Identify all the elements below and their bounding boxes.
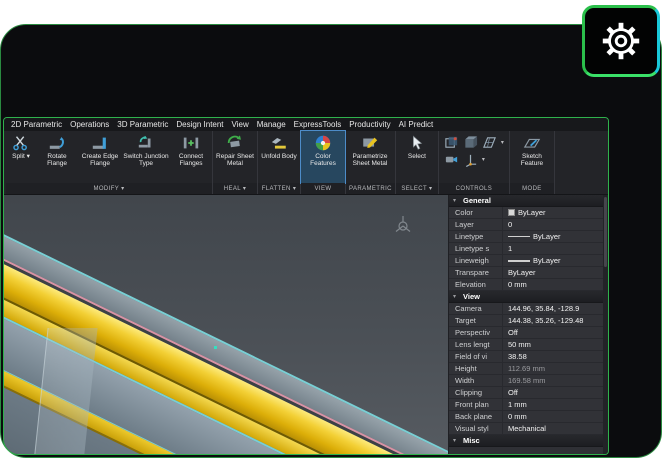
- sketch-feature-button[interactable]: Sketch Feature: [510, 131, 554, 183]
- sketch-feature-icon: [523, 138, 541, 148]
- controls-dropdown-icon-2[interactable]: ▾: [482, 156, 485, 163]
- unfold-body-button[interactable]: Unfold Body: [258, 131, 300, 183]
- menu-item-design-intent[interactable]: Design Intent: [172, 119, 227, 130]
- view-cube-icon[interactable]: [463, 135, 478, 150]
- edge-flange-icon: [92, 137, 106, 149]
- group-label-view[interactable]: VIEW: [301, 183, 345, 194]
- junction-icon: [138, 135, 151, 148]
- property-row-elevation[interactable]: Elevation 0 mm: [449, 279, 608, 291]
- cursor-icon: [412, 135, 423, 150]
- section-collapse-icon: ▾: [453, 198, 457, 204]
- viewport-3d[interactable]: [4, 195, 448, 454]
- group-label-flatten[interactable]: FLATTEN ▾: [258, 183, 300, 194]
- axis-control-icon[interactable]: [463, 152, 478, 167]
- render-mode-icon[interactable]: [444, 135, 459, 150]
- color-swatch: [508, 209, 515, 216]
- section-collapse-icon: ▾: [453, 294, 457, 300]
- ribbon: Split ▾ Rotate Flange Create Edge Flange…: [4, 130, 608, 195]
- menu-item-expresstools[interactable]: ExpressTools: [290, 119, 346, 130]
- switch-junction-type-button[interactable]: Switch Junction Type: [122, 131, 170, 183]
- property-row-width[interactable]: Width 169.58 mm: [449, 375, 608, 387]
- create-edge-flange-button[interactable]: Create Edge Flange: [78, 131, 122, 183]
- group-label-heal[interactable]: HEAL ▾: [213, 183, 257, 194]
- color-features-button[interactable]: Color Features: [300, 130, 346, 184]
- property-row-perspective[interactable]: Perspectiv Off: [449, 327, 608, 339]
- group-label-modify[interactable]: MODIFY ▾: [6, 183, 212, 194]
- camera-control-icon[interactable]: [444, 152, 459, 167]
- property-row-linetype[interactable]: Linetype ByLayer: [449, 231, 608, 243]
- split-button[interactable]: Split ▾: [6, 131, 36, 183]
- property-row-visual-style[interactable]: Visual styl Mechanical: [449, 423, 608, 435]
- ribbon-group-parametric: Parametrize Sheet Metal PARAMETRIC: [346, 131, 396, 194]
- controls-dropdown-icon[interactable]: ▾: [501, 139, 504, 146]
- menu-item-manage[interactable]: Manage: [253, 119, 290, 130]
- ribbon-group-heal: Repair Sheet Metal HEAL ▾: [213, 131, 258, 194]
- menu-item-ai-predict[interactable]: AI Predict: [395, 119, 438, 130]
- ribbon-group-modify: Split ▾ Rotate Flange Create Edge Flange…: [6, 131, 213, 194]
- property-row-layer[interactable]: Layer 0: [449, 219, 608, 231]
- color-features-icon: [315, 135, 331, 151]
- grid-display-icon[interactable]: [482, 135, 497, 150]
- group-label-select[interactable]: SELECT ▾: [395, 183, 438, 194]
- app-window: 2D Parametric Operations 3D Parametric D…: [0, 24, 662, 458]
- properties-scrollbar[interactable]: [603, 195, 608, 454]
- parametrize-sheet-metal-button[interactable]: Parametrize Sheet Metal: [346, 131, 394, 183]
- section-header-view[interactable]: ▾ View: [449, 291, 608, 303]
- menubar: 2D Parametric Operations 3D Parametric D…: [4, 118, 608, 131]
- unfold-body-icon: [271, 138, 286, 149]
- menu-item-2d-parametric[interactable]: 2D Parametric: [7, 119, 66, 130]
- menu-item-productivity[interactable]: Productivity: [345, 119, 394, 130]
- group-label-parametric[interactable]: PARAMETRIC: [346, 183, 395, 194]
- property-row-linetype-scale[interactable]: Linetype s 1: [449, 243, 608, 255]
- ribbon-group-view: Color Features VIEW: [300, 130, 346, 194]
- property-row-clipping[interactable]: Clipping Off: [449, 387, 608, 399]
- properties-panel: ▾ General Color ByLayer Layer 0 Linetype: [448, 195, 608, 454]
- menu-item-view[interactable]: View: [228, 119, 253, 130]
- property-row-height[interactable]: Height 112.69 mm: [449, 363, 608, 375]
- property-row-camera[interactable]: Camera 144.96, 35.84, -128.9: [449, 303, 608, 315]
- app-content: 2D Parametric Operations 3D Parametric D…: [3, 117, 609, 455]
- property-row-lens-length[interactable]: Lens lengt 50 mm: [449, 339, 608, 351]
- viewport-snap-marker: [214, 346, 217, 349]
- rotate-flange-icon: [49, 137, 64, 149]
- scrollbar-thumb[interactable]: [604, 197, 607, 267]
- group-label-controls[interactable]: CONTROLS: [438, 183, 509, 194]
- rotate-flange-button[interactable]: Rotate Flange: [36, 131, 78, 183]
- property-row-lineweight[interactable]: Lineweigh ByLayer: [449, 255, 608, 267]
- ribbon-group-select: Select SELECT ▾: [395, 131, 439, 194]
- ribbon-group-mode: Sketch Feature MODE: [509, 131, 555, 194]
- section-header-misc[interactable]: ▾ Misc: [449, 435, 608, 447]
- connect-flanges-icon: [183, 137, 199, 149]
- property-row-back-plane[interactable]: Back plane 0 mm: [449, 411, 608, 423]
- property-row-transparency[interactable]: Transpare ByLayer: [449, 267, 608, 279]
- gear-icon: [602, 22, 640, 60]
- settings-gear-button[interactable]: [582, 5, 660, 77]
- ribbon-spacer: [555, 131, 608, 194]
- connect-flanges-button[interactable]: Connect Flanges: [170, 131, 212, 183]
- ribbon-group-controls: ▾ ▾ CONTROLS: [438, 131, 510, 194]
- property-row-color[interactable]: Color ByLayer: [449, 207, 608, 219]
- group-label-mode[interactable]: MODE: [509, 183, 554, 194]
- property-row-field-of-view[interactable]: Field of vi 38.58: [449, 351, 608, 363]
- section-collapse-icon: ▾: [453, 438, 457, 444]
- menu-item-operations[interactable]: Operations: [66, 119, 113, 130]
- ribbon-group-flatten: Unfold Body FLATTEN ▾: [258, 131, 301, 194]
- property-row-front-plane[interactable]: Front plan 1 mm: [449, 399, 608, 411]
- ucs-axis-icon: [395, 216, 411, 232]
- property-row-target[interactable]: Target 144.38, 35.26, -129.48: [449, 315, 608, 327]
- parametrize-icon: [363, 137, 378, 148]
- section-header-general[interactable]: ▾ General: [449, 195, 608, 207]
- lineweight-preview: [508, 259, 530, 262]
- menu-item-3d-parametric[interactable]: 3D Parametric: [113, 119, 172, 130]
- repair-sheet-metal-button[interactable]: Repair Sheet Metal: [213, 131, 257, 183]
- scissors-icon: [13, 136, 27, 151]
- linetype-preview: [508, 236, 530, 237]
- select-button[interactable]: Select: [396, 131, 438, 183]
- repair-icon: [227, 135, 241, 148]
